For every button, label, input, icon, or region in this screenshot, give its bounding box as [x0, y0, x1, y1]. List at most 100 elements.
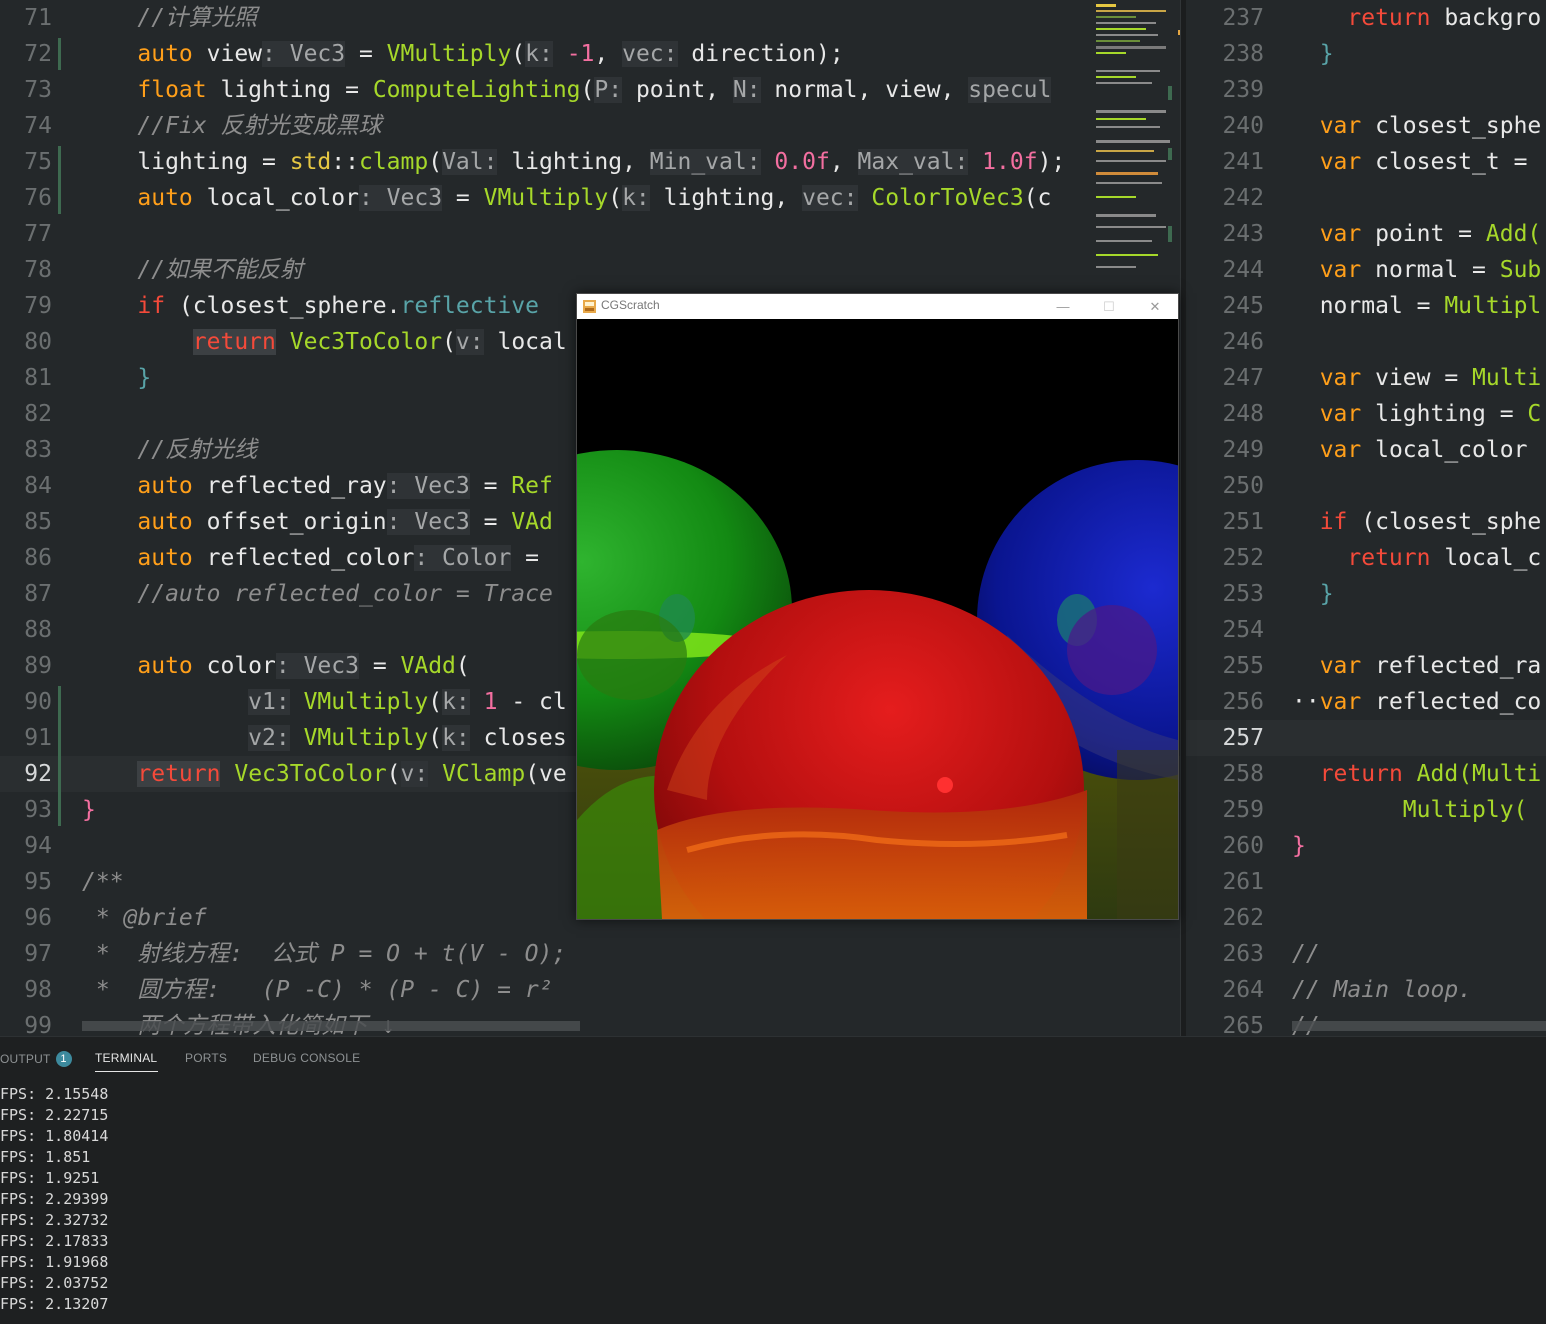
code-text[interactable]: //auto reflected_color = Trace: [82, 576, 552, 612]
code-line[interactable]: 75 lighting = std::clamp(Val: lighting, …: [0, 144, 1180, 180]
code-line[interactable]: 261: [1186, 864, 1546, 900]
code-line[interactable]: 255 var reflected_ra: [1186, 648, 1546, 684]
code-text[interactable]: }: [1292, 36, 1334, 72]
code-text[interactable]: return local_c: [1292, 540, 1541, 576]
code-text[interactable]: v2: VMultiply(k: closes: [82, 720, 567, 756]
code-line[interactable]: 239: [1186, 72, 1546, 108]
code-text[interactable]: v1: VMultiply(k: 1 - cl: [82, 684, 567, 720]
code-token: backgro: [1430, 5, 1542, 31]
code-line[interactable]: 77: [0, 216, 1180, 252]
code-line[interactable]: 76 auto local_color: Vec3 = VMultiply(k:…: [0, 180, 1180, 216]
code-text[interactable]: var reflected_ra: [1292, 648, 1542, 684]
code-text[interactable]: //如果不能反射: [82, 252, 303, 288]
code-token: =: [511, 545, 553, 571]
code-line[interactable]: 246: [1186, 324, 1546, 360]
code-line[interactable]: 263 //: [1186, 936, 1546, 972]
code-line[interactable]: 248 var lighting = C: [1186, 396, 1546, 432]
horizontal-scrollbar-right[interactable]: [1292, 1021, 1546, 1031]
code-text[interactable]: Multiply(: [1292, 792, 1528, 828]
code-text[interactable]: auto offset_origin: Vec3 = VAd: [82, 504, 553, 540]
code-line[interactable]: 244 var normal = Sub: [1186, 252, 1546, 288]
code-text[interactable]: }: [82, 792, 96, 828]
code-line[interactable]: 245 normal = Multipl: [1186, 288, 1546, 324]
code-text[interactable]: return Vec3ToColor(v: VClamp(ve: [82, 756, 567, 792]
code-line[interactable]: 259 Multiply(: [1186, 792, 1546, 828]
code-line[interactable]: 238 }: [1186, 36, 1546, 72]
window-title-bar[interactable]: CGScratch — ☐ ✕: [577, 294, 1178, 319]
code-line[interactable]: 258 return Add(Multi: [1186, 756, 1546, 792]
code-line[interactable]: 74 //Fix 反射光变成黑球: [0, 108, 1180, 144]
code-text[interactable]: auto reflected_ray: Vec3 = Ref: [82, 468, 553, 504]
code-text[interactable]: //Fix 反射光变成黑球: [82, 108, 381, 144]
code-text[interactable]: auto reflected_color: Color =: [82, 540, 553, 576]
code-text[interactable]: var local_color: [1292, 432, 1541, 468]
code-text[interactable]: float lighting = ComputeLighting(P: poin…: [82, 72, 1052, 108]
code-text[interactable]: return Vec3ToColor(v: local: [82, 324, 567, 360]
code-text[interactable]: auto local_color: Vec3 = VMultiply(k: li…: [82, 180, 1051, 216]
minimize-button[interactable]: —: [1040, 294, 1086, 319]
code-line[interactable]: 252 return local_c: [1186, 540, 1546, 576]
code-text[interactable]: * 射线方程: 公式 P = O + t(V - O);: [82, 936, 566, 972]
code-line[interactable]: 241 var closest_t =: [1186, 144, 1546, 180]
code-line[interactable]: 243 var point = Add(: [1186, 216, 1546, 252]
code-line[interactable]: 240 var closest_sphe: [1186, 108, 1546, 144]
editor-right-pane[interactable]: 237 return backgro 238 } 239 240 var closes…: [1186, 0, 1546, 1036]
maximize-button[interactable]: ☐: [1086, 294, 1132, 319]
code-token: C: [1527, 401, 1542, 427]
code-line[interactable]: 72 auto view: Vec3 = VMultiply(k: -1, ve…: [0, 36, 1180, 72]
line-number: 253: [1222, 581, 1264, 607]
close-button[interactable]: ✕: [1132, 294, 1178, 319]
code-text[interactable]: }: [82, 360, 151, 396]
code-line[interactable]: 264 // Main loop.: [1186, 972, 1546, 1008]
horizontal-scrollbar[interactable]: [82, 1021, 580, 1031]
code-line[interactable]: 260}: [1186, 828, 1546, 864]
code-text[interactable]: if (closest_sphe: [1292, 504, 1542, 540]
code-line[interactable]: 247 var view = Multi: [1186, 360, 1546, 396]
code-line[interactable]: 251 if (closest_sphe: [1186, 504, 1546, 540]
tab-terminal[interactable]: TERMINAL: [95, 1051, 157, 1065]
code-text[interactable]: ··var reflected_co: [1292, 684, 1541, 720]
code-text[interactable]: }: [1292, 576, 1334, 612]
code-line[interactable]: 253 }: [1186, 576, 1546, 612]
code-text[interactable]: var view = Multi: [1292, 360, 1542, 396]
code-line[interactable]: 256 ··var reflected_co: [1186, 684, 1546, 720]
code-text[interactable]: if (closest_sphere.reflective: [82, 288, 539, 324]
code-text[interactable]: var closest_sphe: [1292, 108, 1542, 144]
code-line[interactable]: 262: [1186, 900, 1546, 936]
code-text[interactable]: var lighting = C: [1292, 396, 1542, 432]
code-text[interactable]: /**: [82, 864, 124, 900]
code-text[interactable]: * @brief: [82, 900, 207, 936]
code-text[interactable]: var closest_t =: [1292, 144, 1541, 180]
code-text[interactable]: normal = Multipl: [1292, 288, 1542, 324]
minimap[interactable]: [1090, 0, 1180, 290]
code-text[interactable]: return Add(Multi: [1292, 756, 1542, 792]
code-text[interactable]: auto color: Vec3 = VAdd(: [82, 648, 470, 684]
code-text[interactable]: // Main loop.: [1292, 972, 1472, 1008]
tab-debug-console[interactable]: DEBUG CONSOLE: [253, 1051, 360, 1065]
code-text[interactable]: var normal = Sub: [1292, 252, 1542, 288]
code-text[interactable]: //: [1292, 936, 1320, 972]
code-text[interactable]: return backgro: [1292, 0, 1541, 36]
code-line[interactable]: 78 //如果不能反射: [0, 252, 1180, 288]
render-window[interactable]: CGScratch — ☐ ✕: [576, 293, 1179, 920]
code-text[interactable]: * 圆方程: (P -C) * (P - C) = r²: [82, 972, 553, 1008]
line-number: 265: [1222, 1013, 1264, 1036]
code-text[interactable]: //计算光照: [82, 0, 257, 36]
code-line[interactable]: 237 return backgro: [1186, 0, 1546, 36]
code-line[interactable]: 250: [1186, 468, 1546, 504]
code-line[interactable]: 254: [1186, 612, 1546, 648]
code-line[interactable]: 98 * 圆方程: (P -C) * (P - C) = r²: [0, 972, 1180, 1008]
code-line[interactable]: 249 var local_color: [1186, 432, 1546, 468]
tab-output[interactable]: OUTPUT 1: [0, 1051, 72, 1067]
code-line[interactable]: 73 float lighting = ComputeLighting(P: p…: [0, 72, 1180, 108]
code-text[interactable]: }: [1292, 828, 1306, 864]
code-text[interactable]: auto view: Vec3 = VMultiply(k: -1, vec: …: [82, 36, 844, 72]
code-text[interactable]: var point = Add(: [1292, 216, 1542, 252]
code-line[interactable]: 71 //计算光照: [0, 0, 1180, 36]
code-line[interactable]: 257: [1186, 720, 1546, 756]
tab-ports[interactable]: PORTS: [185, 1051, 227, 1065]
code-line[interactable]: 97 * 射线方程: 公式 P = O + t(V - O);: [0, 936, 1180, 972]
code-text[interactable]: //反射光线: [82, 432, 257, 468]
code-line[interactable]: 242: [1186, 180, 1546, 216]
code-text[interactable]: lighting = std::clamp(Val: lighting, Min…: [82, 144, 1065, 180]
